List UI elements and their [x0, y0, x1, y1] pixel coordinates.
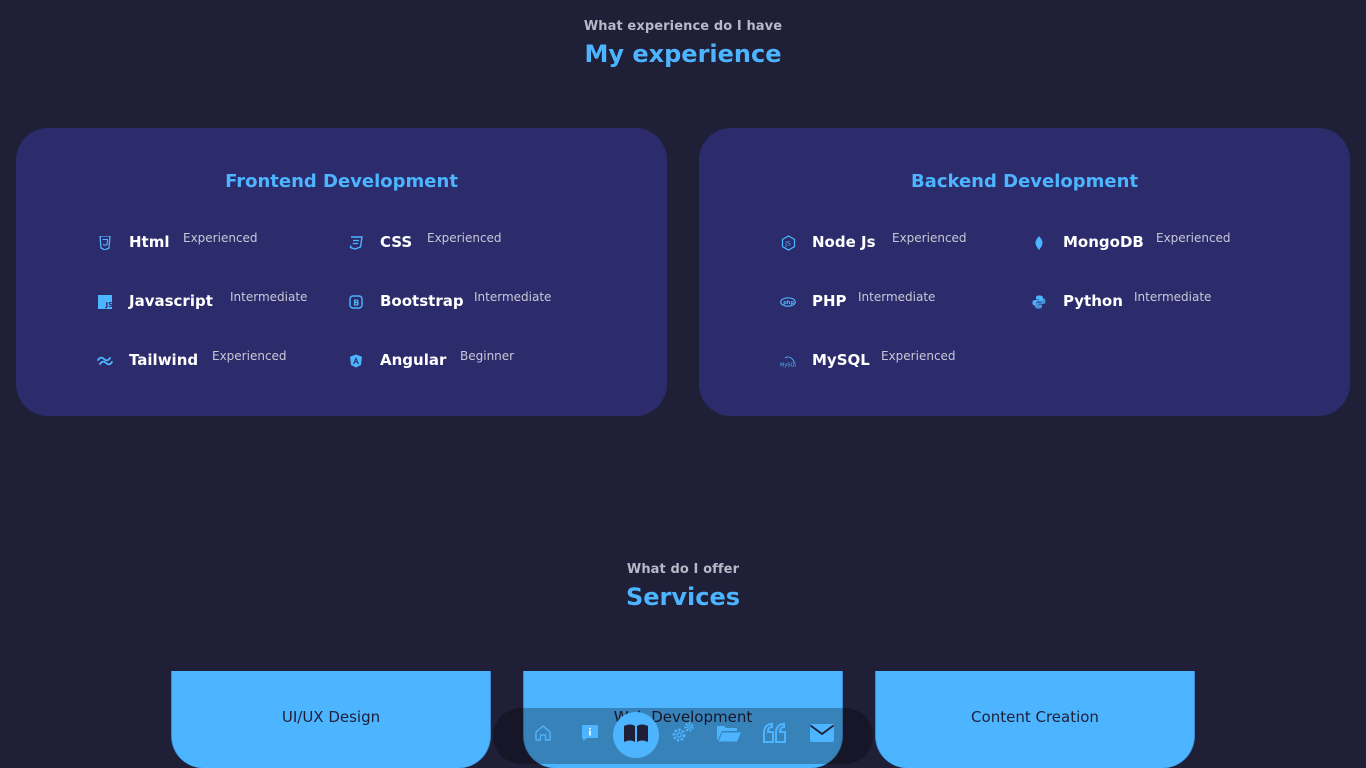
nav-services[interactable] — [660, 712, 706, 758]
book-icon — [623, 723, 649, 747]
skill-level: Intermediate — [230, 290, 308, 304]
skill-level: Experienced — [892, 231, 967, 245]
experience-header: What experience do I have My experience — [0, 19, 1366, 68]
mongodb-icon — [1031, 235, 1047, 251]
angular-icon — [348, 353, 364, 369]
frontend-title: Frontend Development — [225, 171, 458, 192]
skill-name: Angular — [380, 351, 447, 369]
css3-icon — [348, 235, 364, 251]
service-card-content-creation[interactable]: Content Creation — [875, 671, 1195, 768]
skill-name: PHP — [812, 292, 847, 310]
skill-level: Experienced — [212, 349, 287, 363]
nav-testimonials[interactable] — [752, 712, 798, 758]
bootstrap-icon: B — [348, 294, 364, 310]
services-header: What do I offer Services — [0, 562, 1366, 611]
service-title: UI/UX Design — [281, 708, 381, 726]
backend-title: Backend Development — [910, 171, 1139, 192]
nav-contact[interactable] — [799, 712, 845, 758]
backend-card: Backend Development JS Node Js Experienc… — [699, 128, 1350, 416]
nav-experience[interactable] — [613, 712, 659, 758]
experience-eyebrow: What experience do I have — [583, 19, 783, 34]
quote-icon — [763, 722, 787, 747]
bottom-nav — [493, 708, 873, 764]
skill-level: Intermediate — [474, 290, 552, 304]
php-icon: php — [780, 294, 796, 310]
python-icon — [1031, 294, 1047, 310]
skill-level: Intermediate — [858, 290, 936, 304]
skill-name: MongoDB — [1063, 233, 1144, 251]
skill-name: Tailwind — [129, 351, 199, 369]
svg-text:JS: JS — [105, 301, 113, 309]
service-card-uiux[interactable]: UI/UX Design — [171, 671, 491, 768]
skill-name: Python — [1063, 292, 1123, 310]
skill-name: CSS — [380, 233, 413, 251]
skill-name: Html — [129, 233, 170, 251]
nodejs-icon: JS — [780, 235, 796, 251]
frontend-card: Frontend Development Html Experienced CS… — [16, 128, 667, 416]
skill-level: Experienced — [1156, 231, 1231, 245]
skill-name: MySQL — [812, 351, 870, 369]
svg-text:php: php — [783, 300, 794, 306]
skill-level: Experienced — [183, 231, 258, 245]
gears-icon — [670, 721, 696, 749]
skill-name: Node Js — [812, 233, 876, 251]
skill-level: Beginner — [460, 349, 515, 363]
folder-icon — [716, 723, 742, 747]
javascript-icon: JS — [97, 294, 113, 310]
skill-level: Experienced — [881, 349, 956, 363]
envelope-icon — [809, 723, 835, 747]
svg-text:JS: JS — [784, 241, 791, 248]
experience-title: My experience — [584, 40, 782, 68]
skill-name: Javascript — [129, 292, 213, 310]
nav-about[interactable] — [567, 712, 613, 758]
mysql-icon: MySQL — [780, 353, 796, 369]
html5-icon — [97, 235, 113, 251]
services-eyebrow: What do I offer — [626, 562, 740, 577]
about-icon — [580, 723, 600, 747]
nav-portfolio[interactable] — [706, 712, 752, 758]
tailwind-icon — [97, 353, 113, 369]
service-title: Content Creation — [971, 708, 1099, 726]
services-title: Services — [625, 583, 741, 611]
svg-text:B: B — [353, 299, 359, 308]
home-icon — [533, 723, 553, 747]
nav-home[interactable] — [520, 712, 566, 758]
skill-level: Intermediate — [1134, 290, 1212, 304]
skill-name: Bootstrap — [380, 292, 464, 310]
skill-level: Experienced — [427, 231, 502, 245]
svg-text:MySQL: MySQL — [780, 363, 796, 369]
